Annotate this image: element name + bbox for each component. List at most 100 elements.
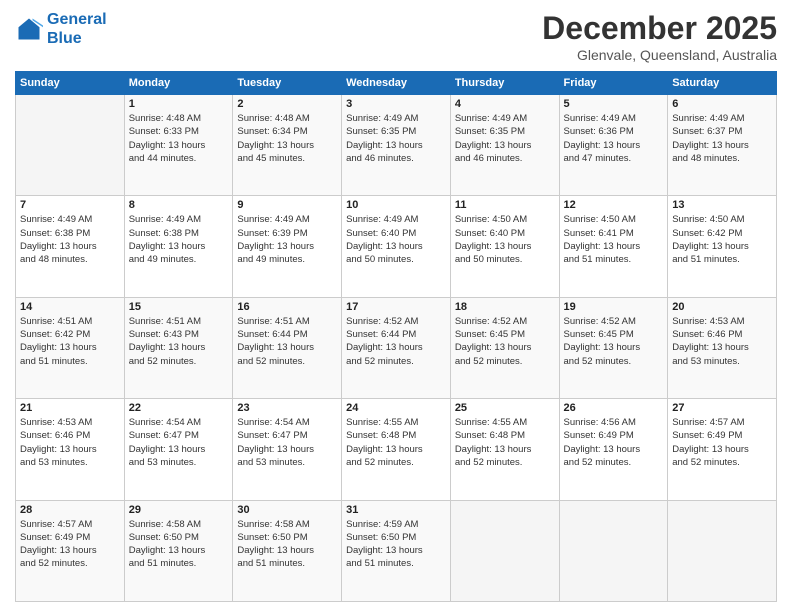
- header-cell-thursday: Thursday: [450, 72, 559, 95]
- day-cell: [559, 500, 668, 601]
- day-info: Sunrise: 4:49 AM Sunset: 6:37 PM Dayligh…: [672, 112, 772, 165]
- location: Glenvale, Queensland, Australia: [542, 47, 777, 63]
- day-number: 2: [237, 98, 337, 110]
- day-number: 27: [672, 402, 772, 414]
- header-cell-friday: Friday: [559, 72, 668, 95]
- day-cell: 4 Sunrise: 4:49 AM Sunset: 6:35 PM Daylig…: [450, 95, 559, 196]
- day-number: 19: [564, 301, 664, 313]
- header-cell-saturday: Saturday: [668, 72, 777, 95]
- day-cell: 12 Sunrise: 4:50 AM Sunset: 6:41 PM Dayli…: [559, 196, 668, 297]
- day-info: Sunrise: 4:59 AM Sunset: 6:50 PM Dayligh…: [346, 518, 446, 571]
- day-cell: 1Sunrise: 4:48 AM Sunset: 6:33 PM Daylig…: [124, 95, 233, 196]
- day-number: 29: [129, 504, 229, 516]
- logo-line2: Blue: [47, 30, 82, 47]
- day-info: Sunrise: 4:51 AM Sunset: 6:43 PM Dayligh…: [129, 315, 229, 368]
- logo-icon: [15, 15, 43, 43]
- day-number: 31: [346, 504, 446, 516]
- day-cell: 18 Sunrise: 4:52 AM Sunset: 6:45 PM Dayli…: [450, 297, 559, 398]
- day-number: 20: [672, 301, 772, 313]
- day-cell: 13 Sunrise: 4:50 AM Sunset: 6:42 PM Dayli…: [668, 196, 777, 297]
- day-info: Sunrise: 4:51 AM Sunset: 6:42 PM Dayligh…: [20, 315, 120, 368]
- day-info: Sunrise: 4:53 AM Sunset: 6:46 PM Dayligh…: [20, 416, 120, 469]
- header-cell-sunday: Sunday: [16, 72, 125, 95]
- day-cell: 29 Sunrise: 4:58 AM Sunset: 6:50 PM Dayli…: [124, 500, 233, 601]
- day-info: Sunrise: 4:50 AM Sunset: 6:42 PM Dayligh…: [672, 213, 772, 266]
- header-row: SundayMondayTuesdayWednesdayThursdayFrid…: [16, 72, 777, 95]
- day-info: Sunrise: 4:50 AM Sunset: 6:41 PM Dayligh…: [564, 213, 664, 266]
- title-block: December 2025 Glenvale, Queensland, Aust…: [542, 10, 777, 63]
- day-info: Sunrise: 4:58 AM Sunset: 6:50 PM Dayligh…: [129, 518, 229, 571]
- day-number: 23: [237, 402, 337, 414]
- day-cell: [668, 500, 777, 601]
- day-info: Sunrise: 4:52 AM Sunset: 6:45 PM Dayligh…: [455, 315, 555, 368]
- day-number: 11: [455, 199, 555, 211]
- day-info: Sunrise: 4:52 AM Sunset: 6:44 PM Dayligh…: [346, 315, 446, 368]
- day-cell: 31 Sunrise: 4:59 AM Sunset: 6:50 PM Dayli…: [342, 500, 451, 601]
- day-info: Sunrise: 4:49 AM Sunset: 6:40 PM Dayligh…: [346, 213, 446, 266]
- day-info: Sunrise: 4:48 AM Sunset: 6:34 PM Dayligh…: [237, 112, 337, 165]
- calendar-body: 1Sunrise: 4:48 AM Sunset: 6:33 PM Daylig…: [16, 95, 777, 602]
- day-cell: 27 Sunrise: 4:57 AM Sunset: 6:49 PM Dayli…: [668, 399, 777, 500]
- day-info: Sunrise: 4:50 AM Sunset: 6:40 PM Dayligh…: [455, 213, 555, 266]
- logo-text: General Blue: [47, 10, 107, 48]
- day-cell: 20 Sunrise: 4:53 AM Sunset: 6:46 PM Dayli…: [668, 297, 777, 398]
- day-number: 5: [564, 98, 664, 110]
- day-number: 12: [564, 199, 664, 211]
- day-cell: 15Sunrise: 4:51 AM Sunset: 6:43 PM Dayli…: [124, 297, 233, 398]
- day-info: Sunrise: 4:49 AM Sunset: 6:38 PM Dayligh…: [129, 213, 229, 266]
- day-info: Sunrise: 4:55 AM Sunset: 6:48 PM Dayligh…: [346, 416, 446, 469]
- day-cell: 19Sunrise: 4:52 AM Sunset: 6:45 PM Dayli…: [559, 297, 668, 398]
- day-number: 7: [20, 199, 120, 211]
- day-cell: 8 Sunrise: 4:49 AM Sunset: 6:38 PM Daylig…: [124, 196, 233, 297]
- day-info: Sunrise: 4:49 AM Sunset: 6:35 PM Dayligh…: [455, 112, 555, 165]
- day-info: Sunrise: 4:51 AM Sunset: 6:44 PM Dayligh…: [237, 315, 337, 368]
- day-info: Sunrise: 4:54 AM Sunset: 6:47 PM Dayligh…: [237, 416, 337, 469]
- day-number: 4: [455, 98, 555, 110]
- day-cell: 26 Sunrise: 4:56 AM Sunset: 6:49 PM Dayli…: [559, 399, 668, 500]
- day-cell: 24 Sunrise: 4:55 AM Sunset: 6:48 PM Dayli…: [342, 399, 451, 500]
- day-info: Sunrise: 4:54 AM Sunset: 6:47 PM Dayligh…: [129, 416, 229, 469]
- header: General Blue December 2025 Glenvale, Que…: [15, 10, 777, 63]
- day-cell: 5 Sunrise: 4:49 AM Sunset: 6:36 PM Daylig…: [559, 95, 668, 196]
- day-cell: 9Sunrise: 4:49 AM Sunset: 6:39 PM Daylig…: [233, 196, 342, 297]
- day-cell: 7 Sunrise: 4:49 AM Sunset: 6:38 PM Daylig…: [16, 196, 125, 297]
- week-row-4: 21 Sunrise: 4:53 AM Sunset: 6:46 PM Dayli…: [16, 399, 777, 500]
- day-number: 8: [129, 199, 229, 211]
- day-number: 18: [455, 301, 555, 313]
- day-number: 13: [672, 199, 772, 211]
- week-row-2: 7 Sunrise: 4:49 AM Sunset: 6:38 PM Daylig…: [16, 196, 777, 297]
- day-number: 17: [346, 301, 446, 313]
- day-info: Sunrise: 4:56 AM Sunset: 6:49 PM Dayligh…: [564, 416, 664, 469]
- calendar: SundayMondayTuesdayWednesdayThursdayFrid…: [15, 71, 777, 602]
- day-cell: 28Sunrise: 4:57 AM Sunset: 6:49 PM Dayli…: [16, 500, 125, 601]
- week-row-3: 14 Sunrise: 4:51 AM Sunset: 6:42 PM Dayli…: [16, 297, 777, 398]
- logo: General Blue: [15, 10, 107, 48]
- day-cell: 3Sunrise: 4:49 AM Sunset: 6:35 PM Daylig…: [342, 95, 451, 196]
- header-cell-tuesday: Tuesday: [233, 72, 342, 95]
- day-cell: 14 Sunrise: 4:51 AM Sunset: 6:42 PM Dayli…: [16, 297, 125, 398]
- day-number: 21: [20, 402, 120, 414]
- header-cell-monday: Monday: [124, 72, 233, 95]
- day-number: 6: [672, 98, 772, 110]
- day-info: Sunrise: 4:58 AM Sunset: 6:50 PM Dayligh…: [237, 518, 337, 571]
- day-cell: 16Sunrise: 4:51 AM Sunset: 6:44 PM Dayli…: [233, 297, 342, 398]
- day-info: Sunrise: 4:48 AM Sunset: 6:33 PM Dayligh…: [129, 112, 229, 165]
- day-number: 9: [237, 199, 337, 211]
- day-number: 24: [346, 402, 446, 414]
- day-number: 26: [564, 402, 664, 414]
- day-cell: 17 Sunrise: 4:52 AM Sunset: 6:44 PM Dayli…: [342, 297, 451, 398]
- day-info: Sunrise: 4:49 AM Sunset: 6:36 PM Dayligh…: [564, 112, 664, 165]
- day-info: Sunrise: 4:53 AM Sunset: 6:46 PM Dayligh…: [672, 315, 772, 368]
- day-number: 28: [20, 504, 120, 516]
- day-cell: [16, 95, 125, 196]
- day-cell: 6 Sunrise: 4:49 AM Sunset: 6:37 PM Daylig…: [668, 95, 777, 196]
- day-number: 14: [20, 301, 120, 313]
- day-number: 25: [455, 402, 555, 414]
- week-row-1: 1Sunrise: 4:48 AM Sunset: 6:33 PM Daylig…: [16, 95, 777, 196]
- day-info: Sunrise: 4:49 AM Sunset: 6:38 PM Dayligh…: [20, 213, 120, 266]
- day-cell: 10Sunrise: 4:49 AM Sunset: 6:40 PM Dayli…: [342, 196, 451, 297]
- day-info: Sunrise: 4:55 AM Sunset: 6:48 PM Dayligh…: [455, 416, 555, 469]
- day-cell: 2 Sunrise: 4:48 AM Sunset: 6:34 PM Daylig…: [233, 95, 342, 196]
- day-info: Sunrise: 4:57 AM Sunset: 6:49 PM Dayligh…: [672, 416, 772, 469]
- header-cell-wednesday: Wednesday: [342, 72, 451, 95]
